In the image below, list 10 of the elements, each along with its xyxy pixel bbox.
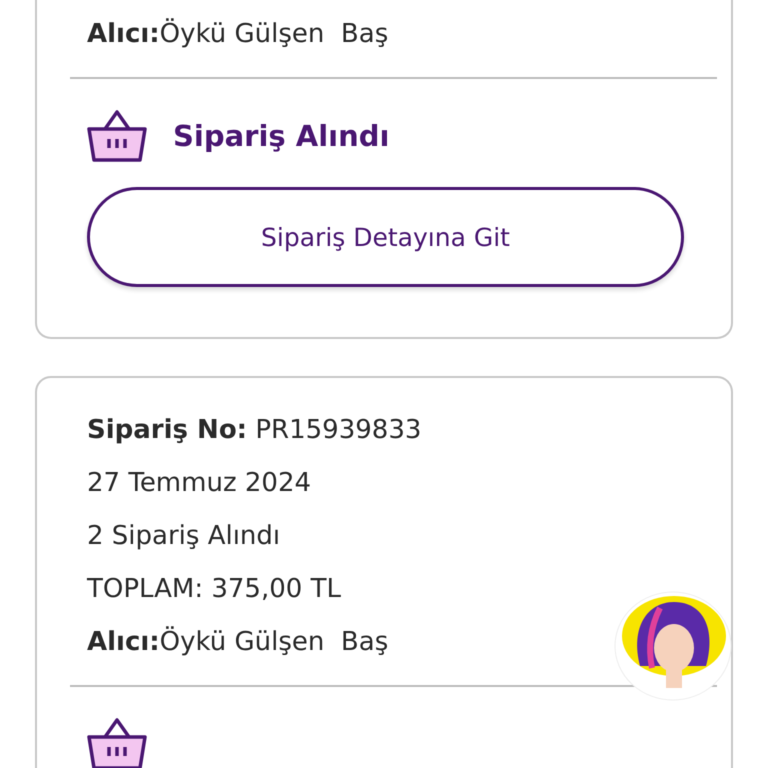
order-status: Sipariş Alındı	[173, 119, 390, 153]
order-detail: TOPLAM: 375,00 TL	[87, 573, 342, 606]
order-detail: Alıcı:Öykü Gülşen Baş	[87, 625, 390, 659]
order-detail: 27 Temmuz 2024	[87, 467, 312, 500]
order-detail: 2 Sipariş Alındı	[87, 520, 282, 553]
order-detail: Sipariş No: PR15939833	[87, 414, 422, 447]
order-detail: Alıcı:Öykü Gülşen Baş	[87, 17, 390, 51]
basket-icon	[87, 717, 147, 768]
order-detail-button[interactable]: Sipariş Detayına Git	[87, 187, 684, 287]
basket-icon	[87, 109, 147, 163]
